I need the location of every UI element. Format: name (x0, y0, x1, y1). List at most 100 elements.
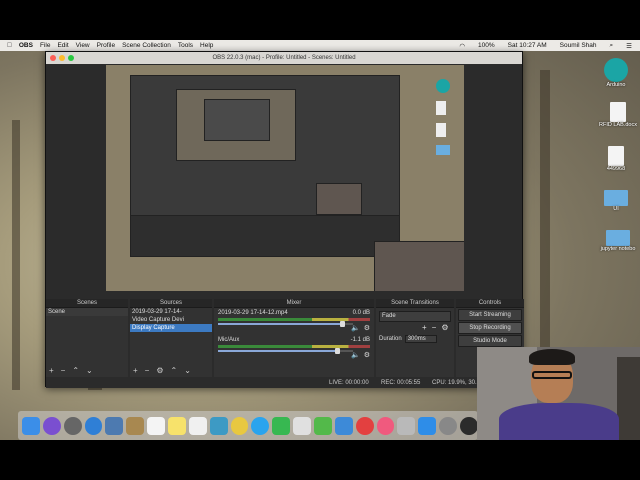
menubar-clock[interactable]: Sat 10:27 AM (508, 42, 547, 50)
source-item[interactable]: 2019-03-29 17-14- (130, 308, 212, 316)
start-streaming-button[interactable]: Start Streaming (458, 309, 522, 321)
nested-webcam-small (316, 183, 362, 215)
battery-percent[interactable]: 100% (478, 42, 495, 50)
messages-icon[interactable] (251, 416, 270, 435)
desktop-icon-rfid-lab[interactable]: RFID LAB.docx (596, 102, 640, 128)
transition-settings-icon[interactable]: ⚙ (441, 323, 448, 332)
remove-scene-icon[interactable]: − (61, 366, 66, 375)
remove-source-icon[interactable]: − (145, 366, 150, 375)
finder-icon[interactable] (22, 416, 40, 435)
tree-trunk (12, 120, 20, 390)
desktop-icon-jupyter[interactable]: jupyter notebo (596, 230, 640, 252)
launchpad-icon[interactable] (63, 416, 82, 435)
add-source-icon[interactable]: + (133, 366, 138, 375)
mac-dock (18, 411, 478, 440)
desktop-icon-449968[interactable]: 449968 (596, 146, 636, 172)
source-item-selected[interactable]: Display Capture (130, 324, 212, 332)
gear-icon[interactable]: ⚙ (364, 351, 370, 359)
nested-preview-deep (204, 99, 270, 141)
scenes-dock: Scenes Scene + − ⌃ ⌄ (46, 299, 128, 377)
source-item[interactable]: Video Capture Devi (130, 316, 212, 324)
nested-webcam (374, 241, 464, 291)
volume-knob[interactable] (334, 348, 340, 354)
desktop-icon-label: Arduino (606, 82, 626, 88)
desktop-icon-label: UI (613, 206, 619, 212)
stop-recording-button[interactable]: Stop Recording (458, 322, 522, 334)
safari-icon[interactable] (84, 416, 103, 435)
menu-file[interactable]: File (40, 42, 50, 49)
channel-db: 0.0 dB (352, 310, 370, 316)
numbers-icon[interactable] (314, 416, 332, 435)
keynote-icon[interactable] (334, 416, 353, 435)
volume-fill (218, 350, 337, 352)
nested-docks (130, 215, 400, 257)
maximize-window-icon[interactable] (68, 55, 74, 61)
scene-item[interactable]: Scene (46, 308, 128, 316)
minimize-window-icon[interactable] (59, 55, 65, 61)
studio-mode-button[interactable]: Studio Mode (458, 335, 522, 347)
music-icon[interactable] (376, 416, 395, 435)
obs-icon[interactable] (460, 416, 478, 435)
channel-name: Mic/Aux (218, 337, 240, 343)
menu-edit[interactable]: Edit (57, 42, 68, 49)
wifi-icon[interactable]: ◠ (459, 42, 465, 50)
document-icon (608, 146, 624, 166)
news-icon[interactable] (355, 416, 374, 435)
move-down-icon[interactable]: ⌄ (86, 366, 93, 375)
volume-slider[interactable] (218, 348, 353, 354)
document-icon (610, 102, 626, 122)
duration-label: Duration (379, 336, 402, 342)
volume-slider[interactable] (218, 321, 353, 327)
nested-desktop-icons (436, 79, 454, 189)
preview-canvas[interactable] (106, 65, 464, 291)
letterbox-bottom (0, 440, 640, 480)
menu-view[interactable]: View (76, 42, 90, 49)
system-preferences-icon[interactable] (439, 416, 458, 435)
menu-scene-collection[interactable]: Scene Collection (122, 42, 171, 49)
menu-app-name[interactable]: OBS (19, 42, 33, 49)
tree-trunk (540, 70, 550, 350)
window-titlebar[interactable]: OBS 22.0.3 (mac) - Profile: Untitled - S… (46, 52, 522, 64)
menu-help[interactable]: Help (200, 42, 213, 49)
add-scene-icon[interactable]: + (49, 366, 54, 375)
duration-input[interactable]: 300ms (404, 335, 437, 343)
books-icon[interactable] (397, 416, 416, 435)
add-transition-icon[interactable]: + (422, 323, 427, 332)
transition-select[interactable]: Fade (379, 311, 451, 322)
menubar-user[interactable]: Soumil Shah (560, 42, 597, 50)
desktop-icon-ui[interactable]: UI (596, 190, 636, 212)
photos-icon[interactable] (230, 416, 249, 435)
notes-icon[interactable] (126, 416, 145, 435)
scenes-toolbar: + − ⌃ ⌄ (49, 366, 93, 375)
spotlight-icon[interactable]: ⌕ (610, 42, 614, 50)
reminders-icon[interactable] (188, 416, 207, 435)
app-store-icon[interactable] (418, 416, 437, 435)
channel-name: 2019-03-29 17-14-12.mp4 (218, 310, 288, 316)
pages-icon[interactable] (293, 416, 312, 435)
apple-menu-icon[interactable]:  (7, 42, 12, 49)
rec-timer: REC: 00:05:55 (381, 380, 421, 386)
desktop-icon-label: RFID LAB.docx (599, 122, 637, 128)
stickies-icon[interactable] (168, 416, 186, 435)
source-settings-icon[interactable]: ⚙ (156, 366, 163, 375)
menu-profile[interactable]: Profile (97, 42, 115, 49)
calendar-icon[interactable] (147, 416, 166, 435)
close-window-icon[interactable] (50, 55, 56, 61)
speaker-icon[interactable]: 🔈 (351, 351, 360, 359)
desktop-icon-arduino[interactable]: Arduino (596, 58, 636, 88)
menu-tools[interactable]: Tools (178, 42, 193, 49)
folder-icon (606, 230, 630, 246)
mixer-dock: Mixer 2019-03-29 17-14-12.mp4 0.0 dB 🔈 ⚙… (214, 299, 374, 377)
move-up-icon[interactable]: ⌃ (72, 366, 79, 375)
photos-preview-icon[interactable] (105, 416, 124, 435)
sources-header: Sources (130, 299, 212, 308)
notification-center-icon[interactable]: ☰ (626, 42, 632, 50)
remove-transition-icon[interactable]: − (432, 323, 437, 332)
siri-icon[interactable] (42, 416, 61, 435)
cpu-usage: CPU: 19.9%, 30. (432, 380, 477, 386)
move-down-icon[interactable]: ⌄ (184, 366, 191, 375)
move-up-icon[interactable]: ⌃ (171, 366, 178, 375)
maps-icon[interactable] (209, 416, 228, 435)
facetime-icon[interactable] (272, 416, 291, 435)
arduino-icon (604, 58, 628, 82)
